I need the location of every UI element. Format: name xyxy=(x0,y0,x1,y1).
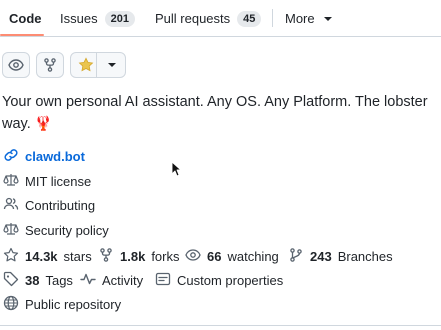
branches-stat[interactable]: 243 Branches xyxy=(288,246,393,266)
tags-count: 38 xyxy=(25,272,40,288)
repo-forked-icon xyxy=(98,247,114,266)
contributing-row[interactable]: Contributing xyxy=(3,195,95,215)
eye-icon xyxy=(8,57,24,73)
license-label: MIT license xyxy=(25,173,92,189)
visibility-label: Public repository xyxy=(25,296,122,312)
lobster-emoji: 🦞 xyxy=(34,115,53,131)
branches-label: Branches xyxy=(337,248,393,264)
tab-issues-label: Issues xyxy=(60,11,98,26)
repo-forked-icon xyxy=(42,57,58,73)
eye-icon xyxy=(185,247,201,266)
stars-label: stars xyxy=(63,248,92,264)
star-fill-icon xyxy=(78,57,94,73)
chevron-down-icon xyxy=(323,16,332,21)
activity-link[interactable]: Activity xyxy=(80,270,143,290)
tags-stat[interactable]: 38 Tags xyxy=(3,270,73,290)
custom-properties-label: Custom properties xyxy=(177,272,284,288)
issues-counter: 201 xyxy=(104,10,135,27)
repo-tab-bar: Code Issues 201 Pull requests 45 More xyxy=(0,0,441,37)
stars-count: 14.3k xyxy=(25,248,58,264)
pull-requests-counter: 45 xyxy=(237,10,262,27)
forks-label: forks xyxy=(151,248,180,264)
link-icon xyxy=(3,147,19,166)
mouse-pointer-icon xyxy=(171,161,182,182)
watching-stat[interactable]: 66 watching xyxy=(185,246,279,266)
watching-count: 66 xyxy=(207,248,222,264)
stars-stat[interactable]: 14.3k stars xyxy=(3,246,92,266)
watch-button[interactable] xyxy=(2,52,30,78)
star-button[interactable] xyxy=(78,57,94,73)
star-icon xyxy=(3,247,19,266)
repo-description: Your own personal AI assistant. Any OS. … xyxy=(2,92,438,135)
people-icon xyxy=(3,196,19,215)
tab-pull-requests[interactable]: Pull requests 45 xyxy=(155,0,262,37)
triangle-down-icon xyxy=(107,63,116,67)
activity-label: Activity xyxy=(102,272,144,288)
contributing-label: Contributing xyxy=(25,197,96,213)
security-policy-label: Security policy xyxy=(25,222,109,238)
tab-more[interactable]: More xyxy=(285,0,332,37)
law-icon xyxy=(3,172,19,191)
law-icon xyxy=(3,221,19,240)
tab-separator xyxy=(272,9,273,27)
forks-count: 1.8k xyxy=(120,248,146,264)
pulse-icon xyxy=(80,271,96,290)
tab-issues[interactable]: Issues 201 xyxy=(60,0,135,37)
star-list-dropdown-button[interactable] xyxy=(97,52,126,78)
custom-properties-link[interactable]: Custom properties xyxy=(155,270,283,290)
tab-more-label: More xyxy=(285,11,315,26)
watching-label: watching xyxy=(227,248,279,264)
globe-icon xyxy=(3,295,19,314)
visibility-row: Public repository xyxy=(3,294,121,314)
security-policy-row[interactable]: Security policy xyxy=(3,220,109,240)
tags-label: Tags xyxy=(45,272,73,288)
tab-code-label: Code xyxy=(9,11,42,26)
website-link[interactable]: clawd.bot xyxy=(25,149,85,164)
forks-stat[interactable]: 1.8k forks xyxy=(98,246,179,266)
repo-description-text: Your own personal AI assistant. Any OS. … xyxy=(2,94,428,132)
tab-code[interactable]: Code xyxy=(9,0,42,37)
tab-pull-requests-label: Pull requests xyxy=(155,11,231,26)
active-tab-indicator xyxy=(0,34,44,36)
fork-button[interactable] xyxy=(36,52,64,78)
tag-icon xyxy=(3,271,19,290)
license-row[interactable]: MIT license xyxy=(3,171,91,191)
website-link-row[interactable]: clawd.bot xyxy=(3,146,85,166)
branches-count: 243 xyxy=(310,248,332,264)
note-icon xyxy=(155,271,171,290)
section-divider xyxy=(0,325,441,326)
git-branch-icon xyxy=(288,247,304,266)
